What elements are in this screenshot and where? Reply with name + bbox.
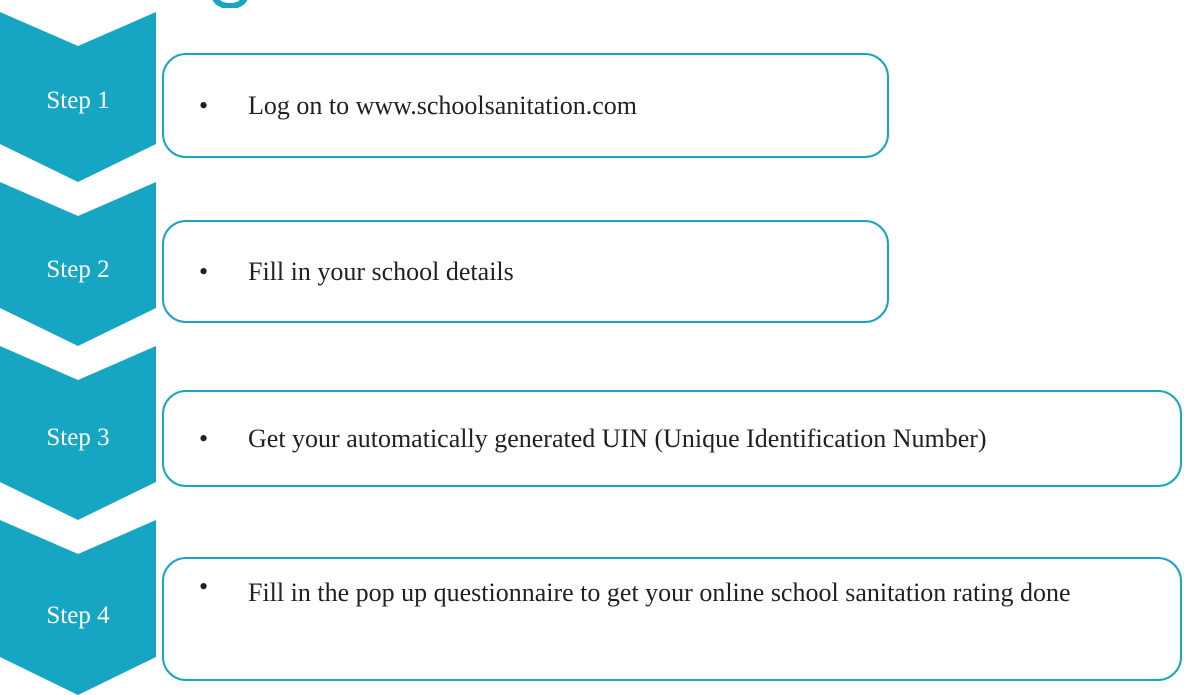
- step-1-text: Log on to www.schoolsanitation.com: [248, 90, 637, 120]
- step-3-box: • Get your automatically generated UIN (…: [162, 390, 1182, 487]
- step-1-label: Step 1: [46, 87, 110, 114]
- step-1-chevron: Step 1: [0, 12, 156, 182]
- cropped-heading-fragment: [205, 0, 255, 8]
- step-4-label: Step 4: [46, 602, 110, 629]
- step-1-box: • Log on to www.schoolsanitation.com: [162, 53, 889, 158]
- step-4-bullet: •: [199, 572, 209, 601]
- step-4-text: Fill in the pop up questionnaire to get …: [248, 578, 1071, 607]
- step-4-chevron: Step 4: [0, 520, 156, 695]
- step-2-bullet: •: [199, 256, 209, 286]
- step-4-box: • Fill in the pop up questionnaire to ge…: [162, 557, 1182, 681]
- step-1-bullet: •: [199, 90, 209, 120]
- step-3-chevron: Step 3: [0, 346, 156, 520]
- step-2-chevron: Step 2: [0, 182, 156, 346]
- step-2-label: Step 2: [46, 256, 110, 283]
- step-3-text: Get your automatically generated UIN (Un…: [248, 423, 987, 453]
- step-2-box: • Fill in your school details: [162, 220, 889, 323]
- step-3-bullet: •: [199, 423, 209, 453]
- step-2-text: Fill in your school details: [248, 256, 514, 286]
- step-3-label: Step 3: [46, 424, 110, 451]
